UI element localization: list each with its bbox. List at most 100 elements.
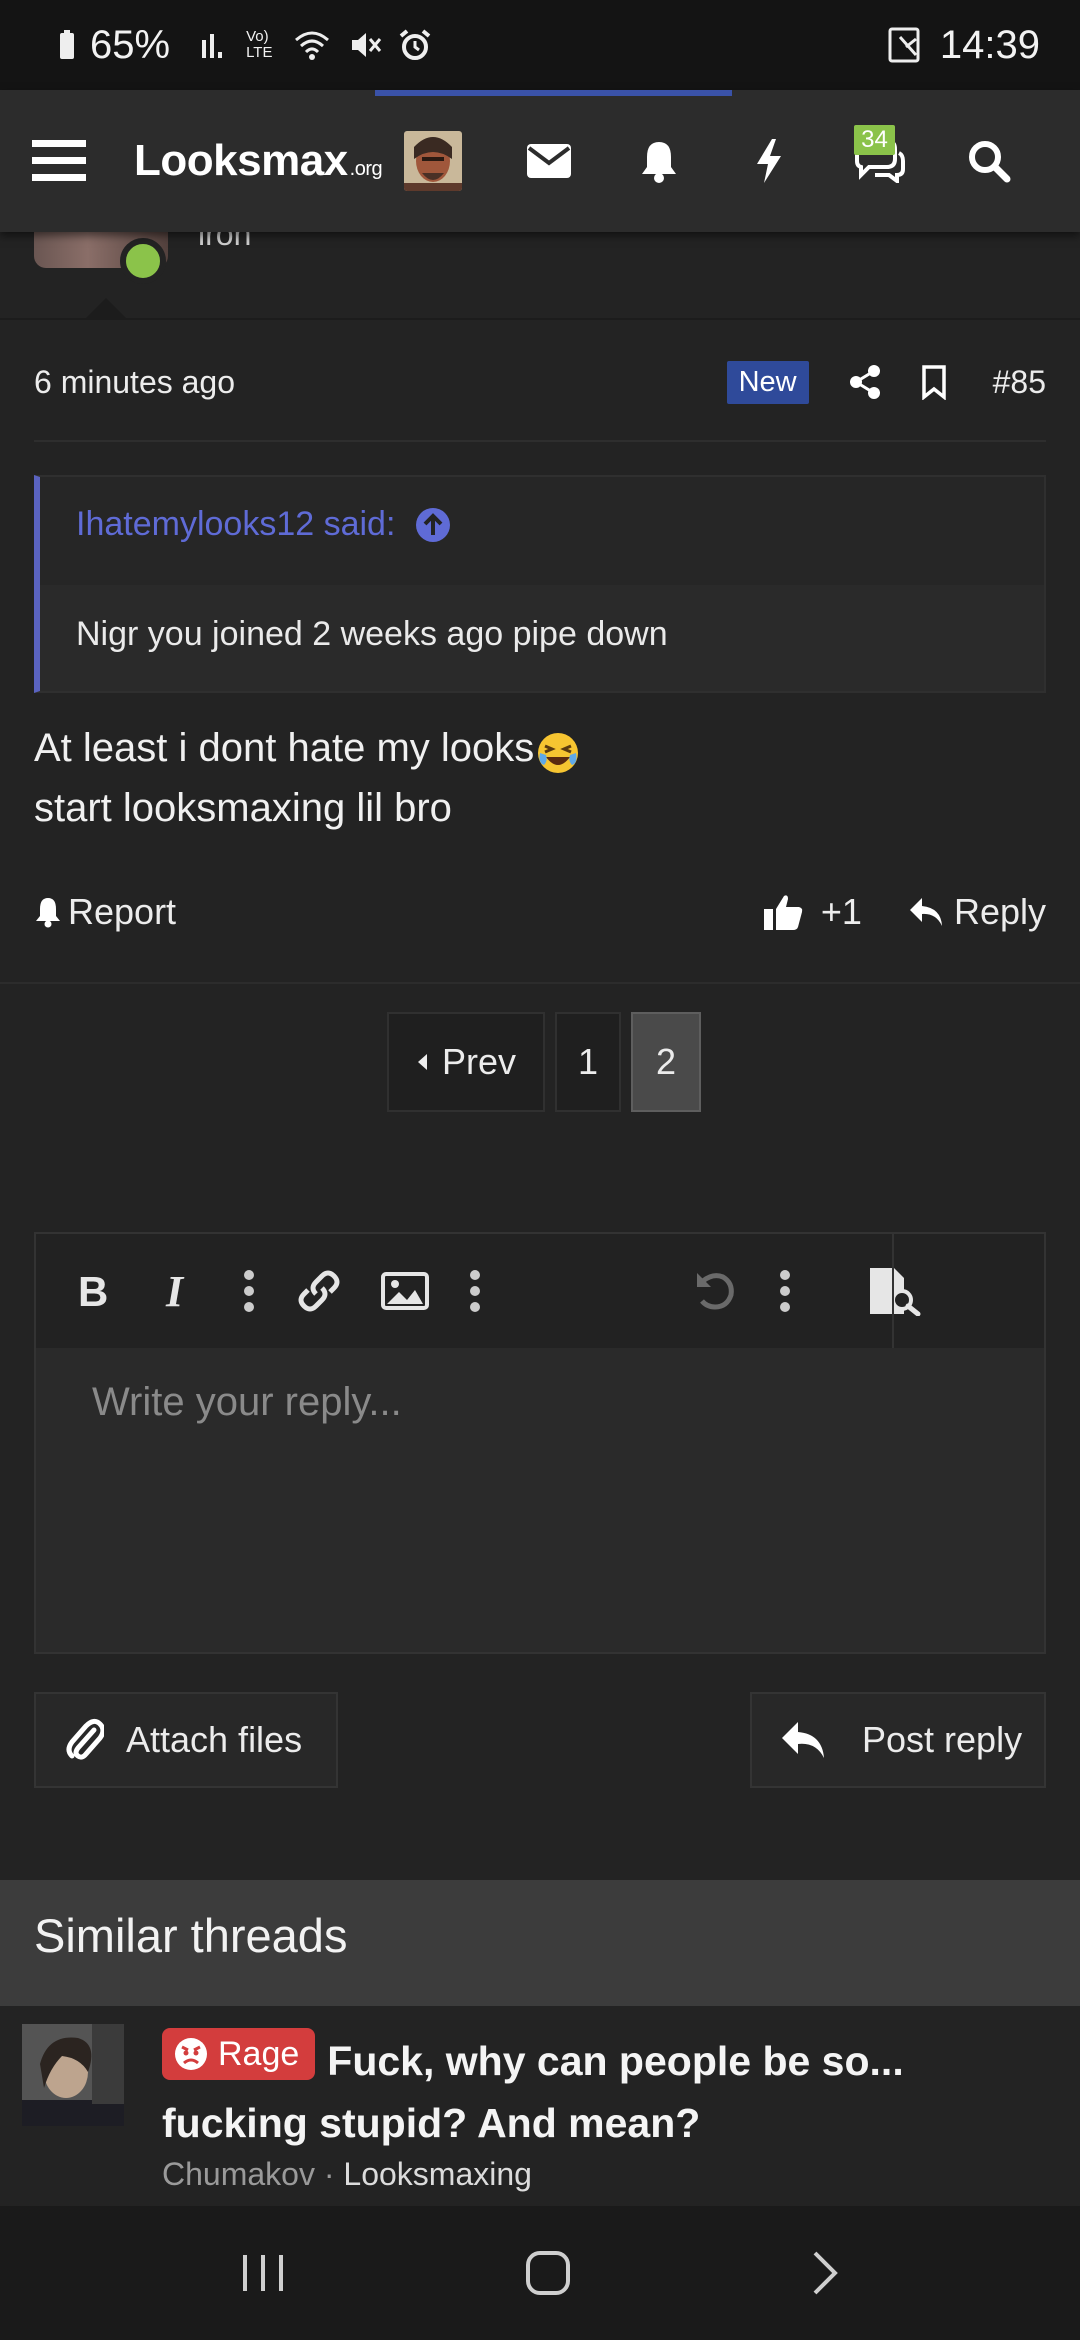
- thread-body: Rage Fuck, why can people be so... fucki…: [162, 2028, 1042, 2193]
- paperclip-icon: [66, 1718, 104, 1760]
- thread-meta: Chumakov · Looksmaxing: [162, 2156, 1042, 2193]
- share-icon[interactable]: [849, 364, 881, 400]
- online-indicator: [120, 238, 166, 284]
- post-author-area: iron: [0, 232, 1080, 322]
- jump-to-quote-icon[interactable]: [415, 507, 451, 543]
- thread-author[interactable]: Chumakov: [162, 2156, 315, 2192]
- menu-icon[interactable]: [30, 136, 88, 186]
- reply-arrow-icon: [909, 898, 942, 926]
- prev-page-button[interactable]: Prev: [387, 1012, 545, 1112]
- signal-icon: [202, 34, 223, 58]
- author-pointer: [86, 298, 126, 318]
- lightning-icon: [757, 139, 782, 183]
- site-logo[interactable]: Looksmax .org: [134, 136, 383, 186]
- link-icon: [298, 1270, 340, 1312]
- like-button[interactable]: +1: [763, 891, 862, 933]
- reply-editor: B I Write your reply...: [34, 1232, 1046, 1654]
- insert-link-button[interactable]: [276, 1234, 362, 1348]
- post-reply-button[interactable]: Post reply: [750, 1692, 1046, 1788]
- page-2-button[interactable]: 2: [631, 1012, 701, 1112]
- alerts-button[interactable]: [604, 121, 714, 201]
- post-number[interactable]: #85: [993, 364, 1046, 401]
- battery-icon: [60, 30, 74, 59]
- post-reply-label: Post reply: [862, 1719, 1023, 1760]
- toolbar-separator: [892, 1234, 894, 1348]
- laughing-emoji-icon: [536, 731, 580, 775]
- thread-title-row[interactable]: Rage Fuck, why can people be so... fucki…: [162, 2028, 1042, 2154]
- battery-percent: 65%: [90, 22, 171, 67]
- report-label: Report: [68, 891, 177, 932]
- post-time[interactable]: 6 minutes ago: [34, 364, 235, 401]
- thumbs-up-icon: [763, 895, 803, 930]
- conversations-button[interactable]: 34: [824, 121, 934, 201]
- header-icons: 34: [494, 121, 1044, 201]
- more-vertical-icon: [244, 1270, 254, 1312]
- insert-image-button[interactable]: [362, 1234, 448, 1348]
- meta-divider: [34, 440, 1046, 442]
- post-meta: 6 minutes ago New #85: [34, 350, 1046, 414]
- thread-item[interactable]: Rage Fuck, why can people be so... fucki…: [0, 2006, 1080, 2206]
- conversations-badge: 34: [854, 125, 895, 155]
- wifi-icon: [295, 31, 330, 60]
- pagination: Prev 1 2: [387, 1012, 701, 1112]
- bookmark-icon[interactable]: [921, 364, 947, 400]
- quote-author[interactable]: Ihatemylooks12 said:: [76, 505, 395, 544]
- more-text-options-button[interactable]: [222, 1234, 276, 1348]
- search-button[interactable]: [934, 121, 1044, 201]
- system-nav-bar: [0, 2206, 1080, 2340]
- reply-arrow-icon: [782, 1722, 824, 1758]
- post-actions: Report +1 Reply: [34, 880, 1046, 944]
- reply-textarea[interactable]: Write your reply...: [36, 1348, 1044, 1654]
- undo-button[interactable]: [672, 1234, 758, 1348]
- status-left: 65% Vo) LTE: [58, 23, 432, 68]
- post-message: At least i dont hate my looks start look…: [34, 718, 580, 838]
- recent-apps-icon[interactable]: [239, 2251, 287, 2295]
- status-right: 14:39: [886, 23, 1040, 68]
- angry-face-icon: [175, 2038, 207, 2070]
- svg-text:B: B: [78, 1271, 108, 1311]
- back-icon[interactable]: [809, 2249, 841, 2297]
- thread-author-avatar[interactable]: [22, 2024, 124, 2126]
- like-count: +1: [820, 891, 862, 932]
- inbox-button[interactable]: [494, 121, 604, 201]
- message-line-2: start looksmaxing lil bro: [34, 786, 452, 830]
- prev-label: Prev: [441, 1041, 517, 1082]
- reply-button[interactable]: Reply: [908, 891, 1046, 933]
- logo-main: Looksmax: [134, 136, 348, 185]
- quote-header[interactable]: Ihatemylooks12 said:: [76, 505, 451, 544]
- attach-files-button[interactable]: Attach files: [34, 1692, 338, 1788]
- home-icon[interactable]: [524, 2249, 572, 2297]
- preview-button[interactable]: [852, 1234, 938, 1348]
- data-saver-icon: [888, 27, 920, 63]
- bold-button[interactable]: B: [50, 1234, 136, 1348]
- reply-label: Reply: [953, 891, 1046, 932]
- more-options-button[interactable]: [758, 1234, 812, 1348]
- page-1-button[interactable]: 1: [555, 1012, 621, 1112]
- italic-button[interactable]: I: [136, 1234, 222, 1348]
- image-icon: [381, 1272, 429, 1310]
- envelope-icon: [527, 144, 572, 178]
- prefix-label: Rage: [218, 2035, 300, 2073]
- whats-new-button[interactable]: [714, 121, 824, 201]
- author-divider: [0, 318, 1080, 320]
- status-bar: 65% Vo) LTE 14:39: [0, 0, 1080, 90]
- network-type: Vo) LTE: [246, 28, 273, 61]
- message-line-1: At least i dont hate my looks: [34, 726, 535, 770]
- actions-divider: [0, 982, 1080, 984]
- meta-separator: ·: [314, 2156, 344, 2192]
- page-loading-bar: [375, 90, 732, 96]
- logo-suffix: .org: [349, 158, 383, 180]
- more-insert-options-button[interactable]: [448, 1234, 502, 1348]
- caret-left-icon: [417, 1054, 427, 1070]
- more-vertical-icon: [470, 1270, 480, 1312]
- clock: 14:39: [939, 22, 1040, 67]
- user-avatar[interactable]: [404, 131, 463, 191]
- rage-prefix[interactable]: Rage: [162, 2028, 316, 2080]
- svg-text:I: I: [165, 1271, 185, 1311]
- similar-threads-heading: Similar threads: [0, 1880, 1080, 2006]
- bold-icon: B: [78, 1271, 108, 1311]
- thread-forum[interactable]: Looksmaxing: [343, 2156, 532, 2192]
- search-icon: [969, 141, 1011, 183]
- post-author-name[interactable]: iron: [198, 232, 251, 246]
- report-button[interactable]: Report: [34, 891, 176, 933]
